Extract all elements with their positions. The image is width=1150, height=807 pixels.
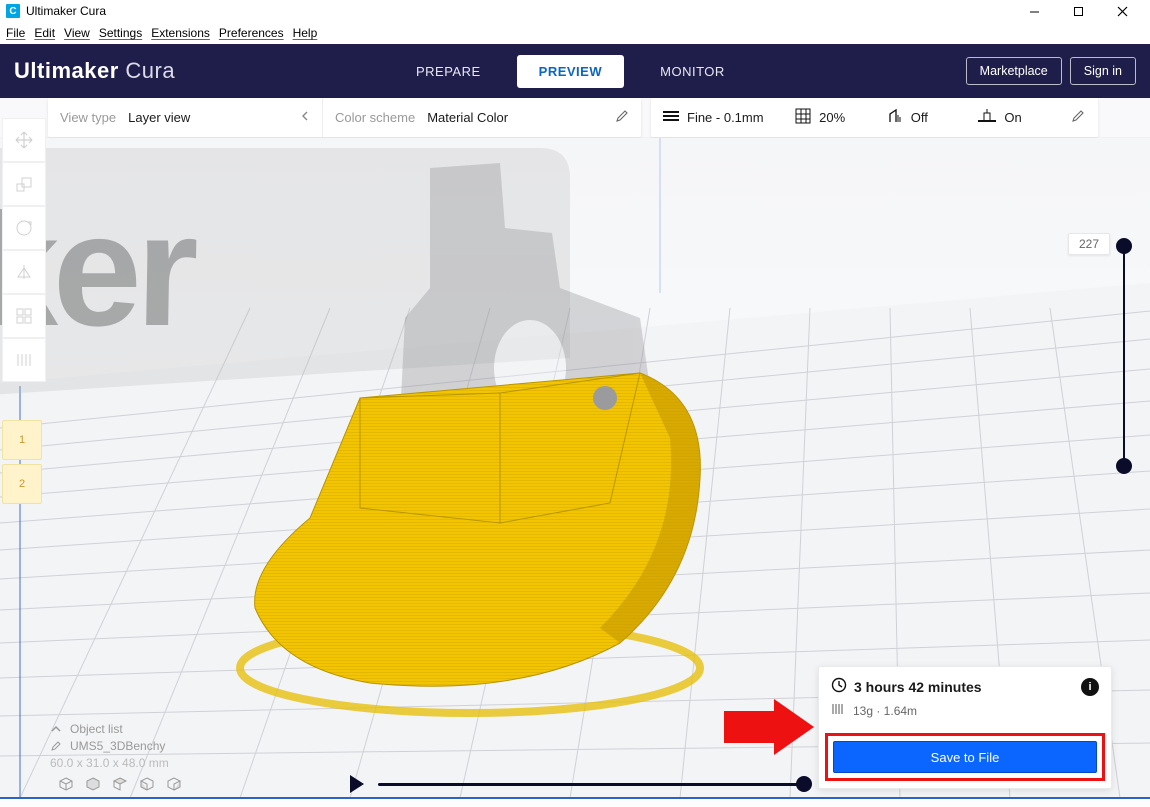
infill-icon xyxy=(795,108,811,127)
view-type-value[interactable]: Layer view xyxy=(128,110,190,125)
layer-slider-bottom-thumb[interactable] xyxy=(1116,458,1132,474)
object-list-item[interactable]: UMS5_3DBenchy xyxy=(50,739,169,753)
view-3d-icon[interactable] xyxy=(58,776,74,797)
save-highlight: Save to File xyxy=(825,733,1105,781)
menu-edit[interactable]: Edit xyxy=(34,26,55,40)
color-scheme-label: Color scheme xyxy=(335,110,415,125)
pencil-icon[interactable] xyxy=(1071,109,1085,126)
adhesion-value: On xyxy=(1004,110,1021,125)
object-list-title: Object list xyxy=(70,722,123,736)
logo-thin: Cura xyxy=(125,58,175,83)
chevron-left-icon[interactable] xyxy=(300,110,310,125)
extruder-2[interactable]: 2 xyxy=(2,464,42,504)
tool-support-blocker[interactable] xyxy=(2,338,46,382)
window-close[interactable] xyxy=(1100,0,1144,22)
save-to-file-button[interactable]: Save to File xyxy=(833,741,1097,773)
titlebar: C Ultimaker Cura xyxy=(0,0,1150,22)
clock-icon xyxy=(831,677,847,696)
material-estimate: 13g · 1.64m xyxy=(853,704,917,718)
tool-scale[interactable] xyxy=(2,162,46,206)
extruder-1[interactable]: 1 xyxy=(2,420,42,460)
window-maximize[interactable] xyxy=(1056,0,1100,22)
pencil-icon[interactable] xyxy=(615,109,629,126)
view-front-icon[interactable] xyxy=(85,776,101,797)
annotation-arrow xyxy=(724,699,814,755)
tab-preview[interactable]: PREVIEW xyxy=(517,55,624,88)
extruder-tags: 1 2 xyxy=(2,420,42,504)
signin-button[interactable]: Sign in xyxy=(1070,57,1136,85)
tab-prepare[interactable]: PREPARE xyxy=(394,55,503,88)
output-panel: 3 hours 42 minutes i 13g · 1.64m Save to… xyxy=(818,666,1112,789)
material-icon xyxy=(831,702,845,719)
tab-monitor[interactable]: MONITOR xyxy=(638,55,747,88)
simulation-timeline[interactable] xyxy=(350,775,810,793)
app-icon: C xyxy=(6,4,20,18)
infill-value: 20% xyxy=(819,110,845,125)
window-title: Ultimaker Cura xyxy=(26,4,106,18)
tool-mirror[interactable] xyxy=(2,250,46,294)
window-minimize[interactable] xyxy=(1012,0,1056,22)
settings-bar: View type Layer view Color scheme Materi… xyxy=(0,98,1150,138)
print-settings-panel[interactable]: Fine - 0.1mm 20% Off On xyxy=(651,98,1098,137)
view-icons xyxy=(58,776,182,797)
print-time: 3 hours 42 minutes xyxy=(854,679,982,695)
tool-rotate[interactable] xyxy=(2,206,46,250)
view-type-label: View type xyxy=(60,110,116,125)
support-icon xyxy=(887,108,903,127)
timeline-track[interactable] xyxy=(378,783,810,786)
layer-height-icon xyxy=(663,109,679,126)
menu-preferences[interactable]: Preferences xyxy=(219,26,284,40)
view-panel: View type Layer view Color scheme Materi… xyxy=(48,98,641,137)
info-icon[interactable]: i xyxy=(1081,678,1099,696)
logo-bold: Ultimaker xyxy=(14,58,119,83)
tool-per-model[interactable] xyxy=(2,294,46,338)
menu-view[interactable]: View xyxy=(64,26,90,40)
object-list-header[interactable]: Object list xyxy=(50,722,169,736)
adhesion-icon xyxy=(978,109,996,126)
profile-value: Fine - 0.1mm xyxy=(687,110,764,125)
timeline-thumb[interactable] xyxy=(796,776,812,792)
color-scheme-value[interactable]: Material Color xyxy=(427,110,508,125)
logo: Ultimaker Cura xyxy=(14,58,175,84)
tool-move[interactable] xyxy=(2,118,46,162)
view-left-icon[interactable] xyxy=(139,776,155,797)
header: Ultimaker Cura PREPARE PREVIEW MONITOR M… xyxy=(0,44,1150,98)
menu-file[interactable]: File xyxy=(6,26,25,40)
object-name: UMS5_3DBenchy xyxy=(70,739,165,753)
view-right-icon[interactable] xyxy=(166,776,182,797)
menu-help[interactable]: Help xyxy=(293,26,318,40)
object-list: Object list UMS5_3DBenchy 60.0 x 31.0 x … xyxy=(50,722,169,773)
view-top-icon[interactable] xyxy=(112,776,128,797)
object-dims: 60.0 x 31.0 x 48.0 mm xyxy=(50,756,169,770)
menubar: File Edit View Settings Extensions Prefe… xyxy=(0,22,1150,44)
support-value: Off xyxy=(911,110,928,125)
menu-extensions[interactable]: Extensions xyxy=(151,26,210,40)
menu-settings[interactable]: Settings xyxy=(99,26,142,40)
play-icon[interactable] xyxy=(350,775,364,793)
marketplace-button[interactable]: Marketplace xyxy=(966,57,1062,85)
left-toolbar xyxy=(2,118,46,382)
layer-slider-value[interactable]: 227 xyxy=(1068,233,1110,255)
layer-slider[interactable]: 227 xyxy=(1116,242,1132,470)
layer-slider-top-thumb[interactable] xyxy=(1116,238,1132,254)
